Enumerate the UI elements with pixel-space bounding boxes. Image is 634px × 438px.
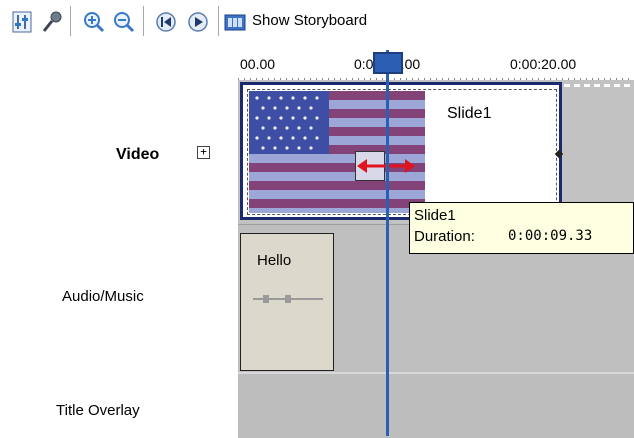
storyboard-icon xyxy=(224,14,246,31)
tooltip-clip-name: Slide1 xyxy=(414,207,456,224)
narrate-timeline-button[interactable] xyxy=(38,8,66,36)
play-timeline-button[interactable] xyxy=(184,8,212,36)
expand-icon: + xyxy=(200,145,207,158)
timeline-toolbar: Show Storyboard xyxy=(0,0,634,48)
show-storyboard-label[interactable]: Show Storyboard xyxy=(252,12,367,29)
video-clip[interactable]: Slide1 xyxy=(240,82,564,220)
zoom-in-icon xyxy=(84,12,105,33)
empty-slot-indicator xyxy=(564,84,632,87)
video-clip-title: Slide1 xyxy=(447,105,492,122)
toolbar-separator xyxy=(218,6,219,36)
timeline-ruler[interactable]: 00.00 0:00:10.00 0:00:20.00 xyxy=(238,50,634,81)
title-overlay-track-label: Title Overlay xyxy=(56,402,140,419)
track-header-column: Video + Audio/Music Title Overlay xyxy=(0,48,238,436)
audio-music-track-label: Audio/Music xyxy=(62,288,144,305)
audio-waveform-icon xyxy=(253,295,323,303)
audio-clip-title: Hello xyxy=(257,252,292,269)
zoom-out-icon xyxy=(114,12,135,33)
tooltip-duration-value: 0:00:09.33 xyxy=(508,228,593,244)
zoom-out-button[interactable] xyxy=(110,8,138,36)
toolbar-separator xyxy=(143,6,144,36)
clip-tooltip: Slide1 Duration: 0:00:09.33 xyxy=(409,202,634,254)
set-audio-levels-button[interactable] xyxy=(8,8,36,36)
title-overlay-track[interactable] xyxy=(238,372,634,438)
set-audio-levels-icon xyxy=(12,11,32,33)
timeline-track-area: Slide1 Hello xyxy=(238,80,634,438)
play-timeline-icon xyxy=(188,12,208,32)
expand-video-track-button[interactable]: + xyxy=(197,146,210,159)
ruler-tick-label: 00.00 xyxy=(240,56,276,72)
zoom-in-button[interactable] xyxy=(80,8,108,36)
video-track-label: Video xyxy=(116,146,160,163)
playhead-line[interactable] xyxy=(386,50,389,436)
rewind-timeline-button[interactable] xyxy=(152,8,180,36)
tooltip-duration-label: Duration: xyxy=(414,228,475,245)
playhead-indicator[interactable] xyxy=(373,52,403,74)
rewind-timeline-icon xyxy=(156,12,176,32)
ruler-tick-label: 0:00:20.00 xyxy=(510,56,577,72)
toolbar-separator xyxy=(70,6,71,36)
clip-thumbnail xyxy=(249,91,425,213)
narrate-timeline-icon xyxy=(42,11,62,32)
audio-clip[interactable]: Hello xyxy=(240,233,334,371)
